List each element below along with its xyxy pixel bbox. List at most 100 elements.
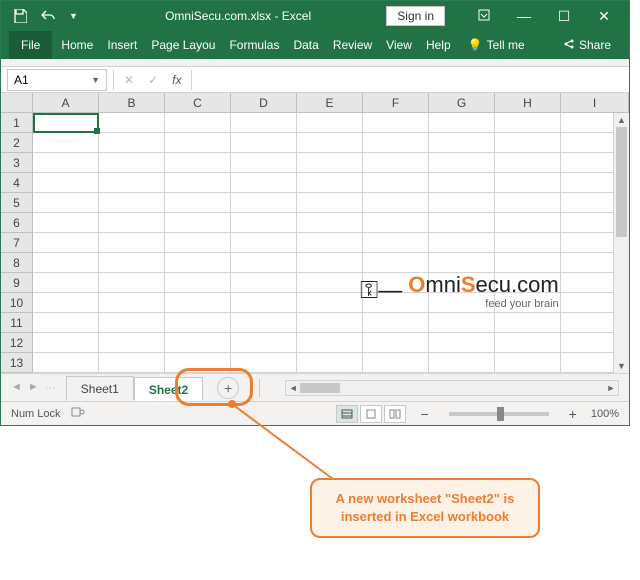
cell[interactable] [297, 333, 363, 353]
cell[interactable] [165, 113, 231, 133]
cell[interactable] [165, 293, 231, 313]
cell[interactable] [33, 333, 99, 353]
zoom-out-button[interactable]: − [416, 406, 432, 422]
cell[interactable] [429, 293, 495, 313]
cell[interactable] [429, 153, 495, 173]
cell[interactable] [363, 173, 429, 193]
cell[interactable] [99, 113, 165, 133]
tab-help[interactable]: Help [419, 31, 458, 59]
cell[interactable] [363, 313, 429, 333]
cell[interactable] [33, 113, 99, 133]
cell[interactable] [231, 133, 297, 153]
row-head[interactable]: 4 [1, 173, 33, 193]
cell[interactable] [33, 313, 99, 333]
col-head[interactable]: H [495, 93, 561, 112]
close-button[interactable]: ✕ [589, 8, 619, 25]
row-head[interactable]: 11 [1, 313, 33, 333]
horizontal-scrollbar[interactable]: ◄ ► [285, 380, 619, 396]
cell[interactable] [33, 353, 99, 373]
cell[interactable] [99, 233, 165, 253]
tab-insert[interactable]: Insert [100, 31, 144, 59]
col-head[interactable]: D [231, 93, 297, 112]
cell[interactable] [363, 273, 429, 293]
cell[interactable] [99, 193, 165, 213]
share-button[interactable]: Share [553, 38, 621, 53]
cell[interactable] [165, 153, 231, 173]
cell[interactable] [231, 273, 297, 293]
col-head[interactable]: B [99, 93, 165, 112]
cell[interactable] [99, 313, 165, 333]
cell[interactable] [33, 173, 99, 193]
cell[interactable] [363, 133, 429, 153]
row-head[interactable]: 1 [1, 113, 33, 133]
cell[interactable] [495, 133, 561, 153]
cell[interactable] [495, 193, 561, 213]
col-head[interactable]: E [297, 93, 363, 112]
new-sheet-button[interactable]: + [217, 377, 239, 399]
scroll-right-icon[interactable]: ► [604, 381, 618, 395]
macro-record-icon[interactable] [71, 406, 85, 421]
row-head[interactable]: 5 [1, 193, 33, 213]
cell[interactable] [99, 153, 165, 173]
view-normal-button[interactable] [336, 405, 358, 423]
scroll-up-icon[interactable]: ▲ [614, 113, 629, 127]
cell[interactable] [297, 153, 363, 173]
row-head[interactable]: 6 [1, 213, 33, 233]
cell[interactable] [429, 353, 495, 373]
cell[interactable] [363, 293, 429, 313]
cell[interactable] [363, 193, 429, 213]
cell[interactable] [297, 233, 363, 253]
row-head[interactable]: 13 [1, 353, 33, 373]
cell[interactable] [231, 113, 297, 133]
cell[interactable] [33, 193, 99, 213]
cell[interactable] [99, 133, 165, 153]
cell[interactable] [363, 113, 429, 133]
cell[interactable] [495, 333, 561, 353]
cell[interactable] [165, 333, 231, 353]
cell[interactable] [99, 173, 165, 193]
row-head[interactable]: 2 [1, 133, 33, 153]
maximize-button[interactable]: ☐ [549, 8, 579, 25]
scroll-down-icon[interactable]: ▼ [614, 359, 629, 373]
cell[interactable] [495, 153, 561, 173]
cell[interactable] [495, 233, 561, 253]
cell[interactable] [33, 133, 99, 153]
fx-icon[interactable]: fx [172, 73, 181, 87]
cell[interactable] [297, 293, 363, 313]
zoom-in-button[interactable]: + [565, 406, 581, 422]
cell[interactable] [429, 193, 495, 213]
zoom-slider[interactable] [449, 412, 549, 416]
formula-input[interactable] [192, 69, 629, 91]
cell[interactable] [165, 133, 231, 153]
ribbon-options-icon[interactable] [469, 8, 499, 24]
cell[interactable] [165, 233, 231, 253]
cell[interactable] [231, 233, 297, 253]
cell[interactable] [165, 253, 231, 273]
tab-view[interactable]: View [379, 31, 419, 59]
cell[interactable] [297, 313, 363, 333]
row-head[interactable]: 7 [1, 233, 33, 253]
cell[interactable] [231, 213, 297, 233]
cell[interactable] [99, 273, 165, 293]
cell[interactable] [297, 193, 363, 213]
cell[interactable] [297, 213, 363, 233]
cell[interactable] [231, 293, 297, 313]
cell[interactable] [363, 153, 429, 173]
cell[interactable] [165, 313, 231, 333]
cell[interactable] [33, 213, 99, 233]
cell[interactable] [231, 253, 297, 273]
tab-review[interactable]: Review [326, 31, 379, 59]
cell[interactable] [495, 253, 561, 273]
cell[interactable] [231, 193, 297, 213]
name-box[interactable]: A1 ▼ [7, 69, 107, 91]
cell[interactable] [495, 353, 561, 373]
cell[interactable] [297, 353, 363, 373]
cell[interactable] [297, 253, 363, 273]
row-head[interactable]: 10 [1, 293, 33, 313]
cell[interactable] [495, 293, 561, 313]
cell[interactable] [33, 273, 99, 293]
tab-nav-next-icon[interactable]: ► [28, 381, 39, 394]
cell[interactable] [297, 133, 363, 153]
cell[interactable] [99, 333, 165, 353]
row-head[interactable]: 12 [1, 333, 33, 353]
